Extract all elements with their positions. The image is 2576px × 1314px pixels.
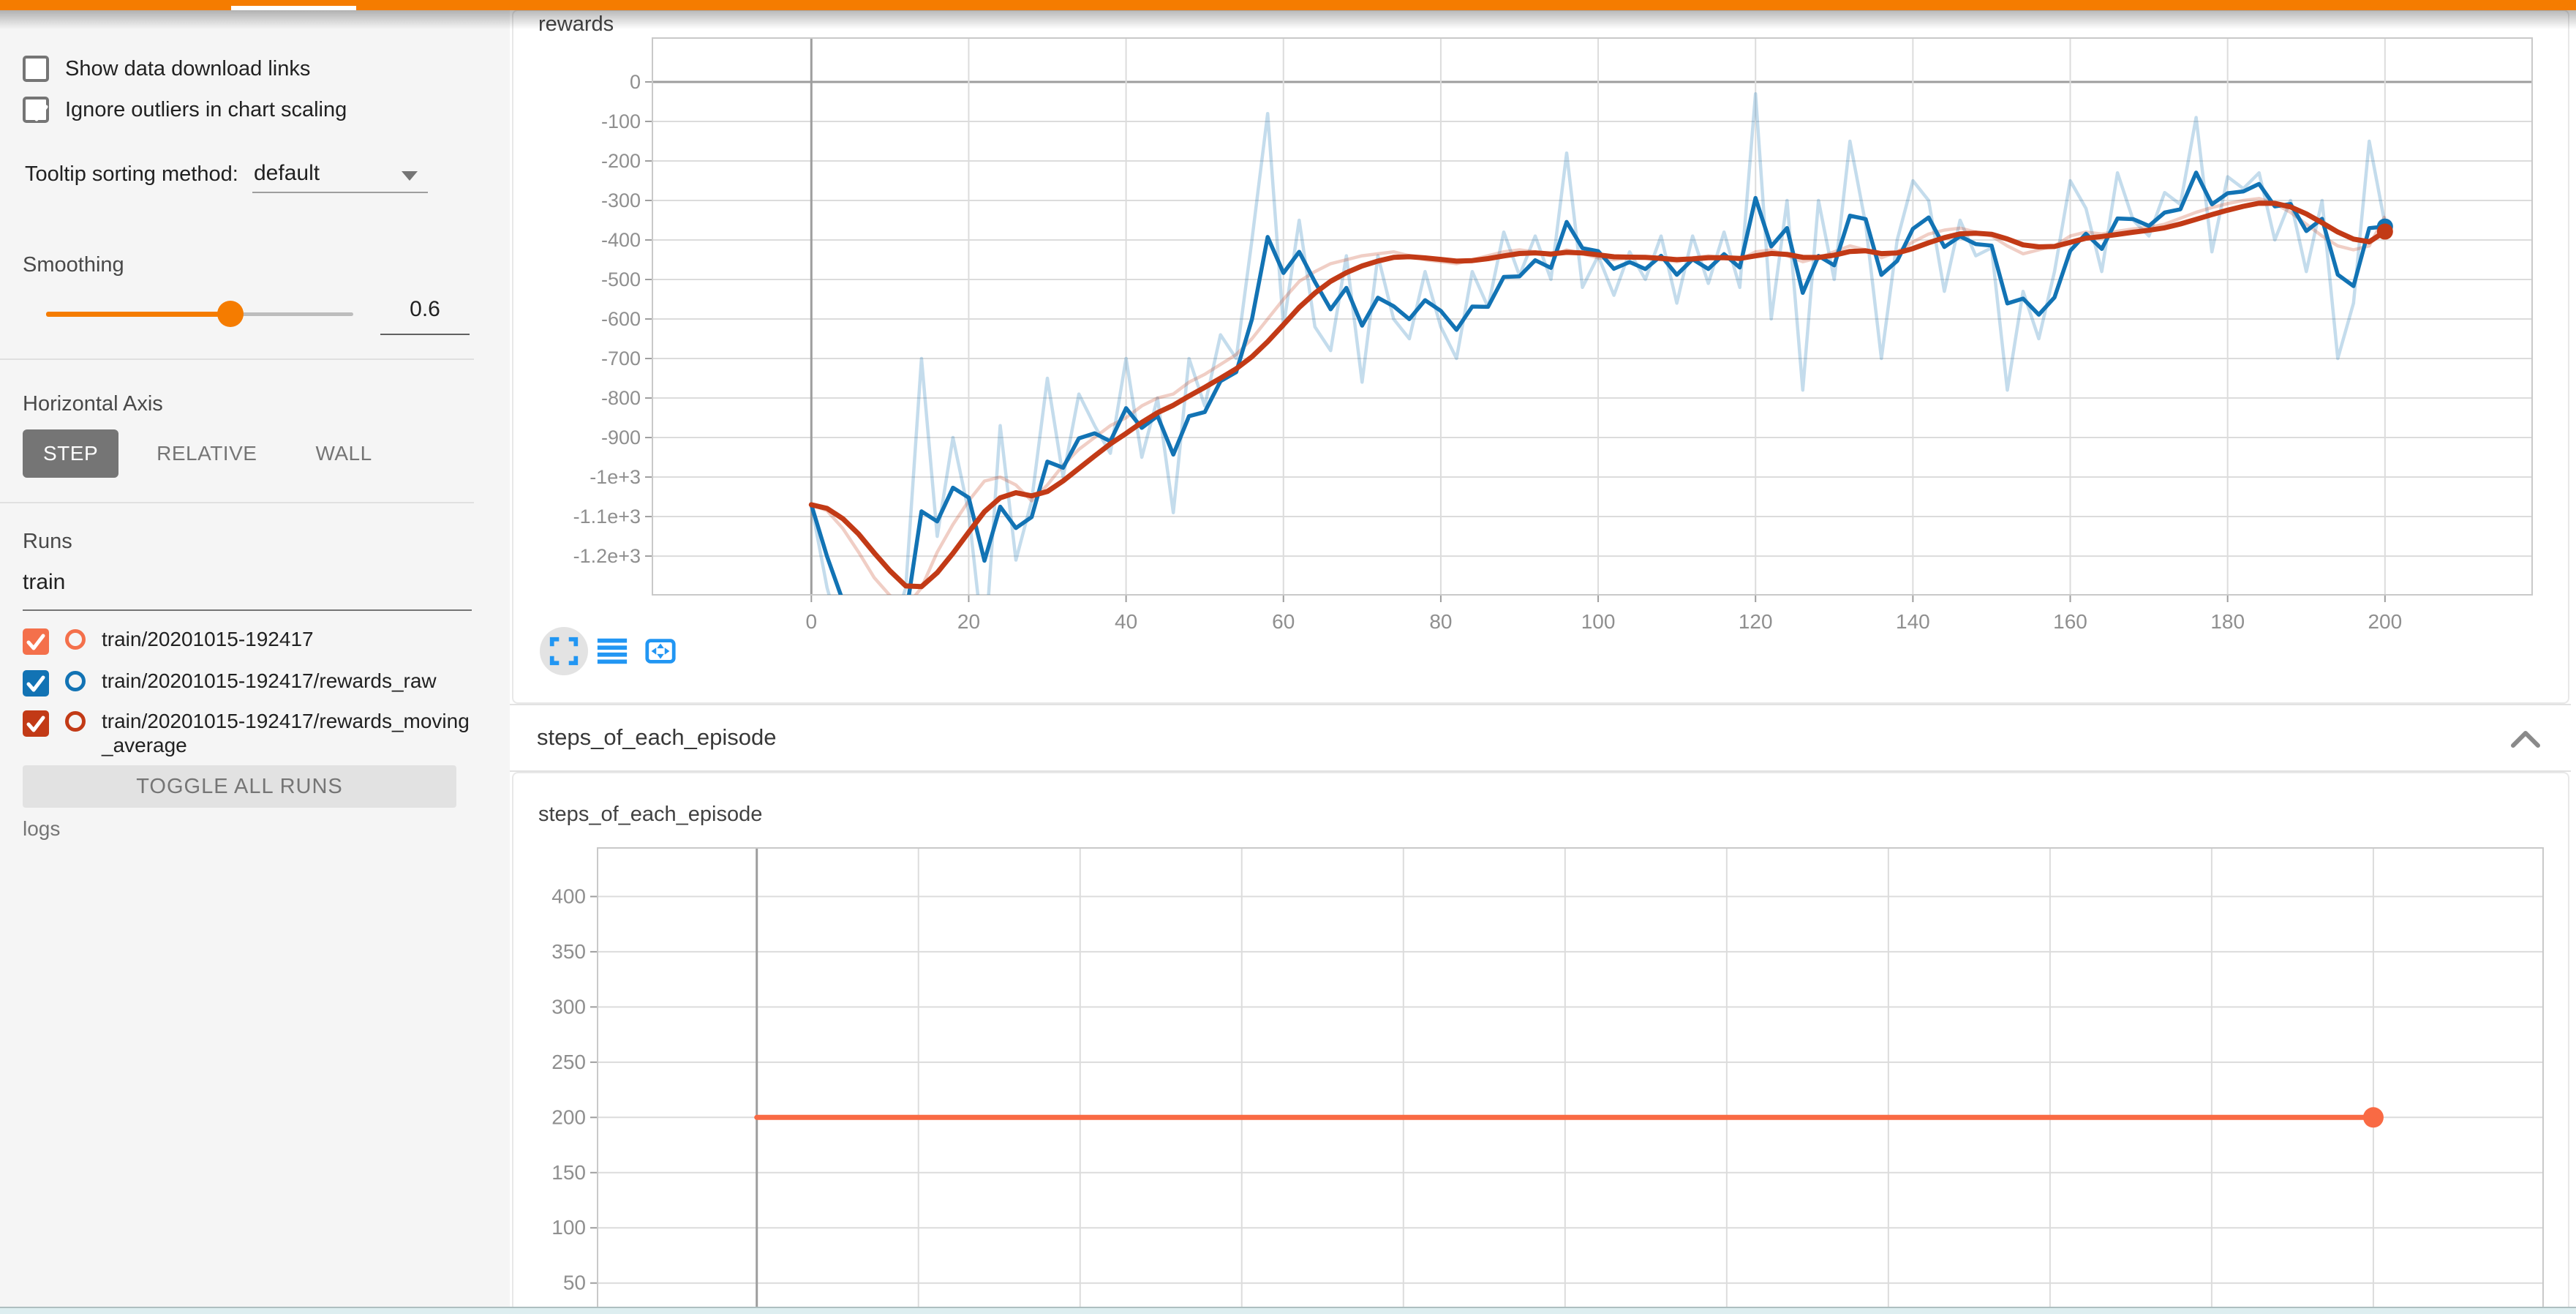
run-name: train/20201015-192417 [102,627,479,651]
settings-sidebar: Show data download links Ignore outliers… [0,10,510,1314]
tooltip-sorting-select[interactable]: default [252,157,428,193]
divider [0,358,474,360]
svg-text:150: 150 [551,1161,586,1184]
svg-text:0: 0 [630,71,641,93]
check-icon [23,670,49,697]
svg-text:-600: -600 [601,308,641,330]
checkbox-label: Show data download links [65,57,310,81]
steps-line-chart[interactable]: 400 350 300 250 200 150 100 50 [513,773,2568,1314]
runs-filter-input[interactable]: train [23,570,472,611]
steps-chart-card: steps_of_each_episode 400350300250200150… [512,772,2569,1314]
svg-text:140: 140 [1896,610,1930,633]
axis-option-wall[interactable]: WALL [295,429,392,478]
svg-text:-1.2e+3: -1.2e+3 [573,545,641,567]
svg-text:0: 0 [806,610,818,633]
logdir-label: logs [23,817,60,841]
svg-text:-500: -500 [601,269,641,290]
check-icon [26,100,52,126]
app-header-bar [0,0,2576,10]
svg-text:80: 80 [1429,610,1452,633]
smoothing-label: Smoothing [23,253,124,277]
run-name: train/20201015-192417/rewards_raw [102,669,479,693]
svg-text:-900: -900 [601,427,641,448]
tooltip-sorting-value: default [254,161,320,186]
svg-text:-700: -700 [601,348,641,369]
run-radio[interactable] [65,711,86,732]
chevron-down-icon [402,171,418,181]
tooltip-sorting-row: Tooltip sorting method: default [25,157,478,193]
svg-text:250: 250 [551,1051,586,1073]
chevron-up-icon [2509,728,2542,750]
svg-text:-1.1e+3: -1.1e+3 [573,506,641,528]
slider-handle[interactable] [217,301,244,327]
bottom-edge-strip [0,1307,2576,1314]
svg-text:400: 400 [551,885,586,907]
divider [0,502,474,503]
slider-fill [46,312,230,317]
ignore-outliers-row[interactable]: Ignore outliers in chart scaling [23,97,347,123]
section-header-steps-of-each-episode[interactable]: steps_of_each_episode [510,704,2571,772]
smoothing-value-input[interactable]: 0.6 [380,297,470,335]
svg-text:100: 100 [551,1216,586,1239]
show-data-download-links-checkbox[interactable] [23,56,49,82]
charts-panel: rewards 0-100-200-300-400-500-600-700-80… [510,10,2576,1314]
svg-text:-200: -200 [601,150,641,172]
tensorboard-scalars-page: Show data download links Ignore outliers… [0,0,2576,1314]
svg-text:120: 120 [1739,610,1773,633]
chart-toolbar [540,627,685,675]
axis-option-relative[interactable]: RELATIVE [136,429,277,478]
run-name: train/20201015-192417/rewards_moving_ave… [102,709,479,757]
toggle-all-runs-button[interactable]: TOGGLE ALL RUNS [23,765,456,808]
svg-text:160: 160 [2053,610,2087,633]
svg-text:-100: -100 [601,110,641,132]
svg-text:20: 20 [957,610,980,633]
runs-list-icon[interactable] [588,627,636,675]
rewards-line-chart[interactable]: 0 -100 -200 -300 -400 -500 -600 -700 -800 -900 -1e… [513,11,2568,702]
svg-text:-800: -800 [601,387,641,409]
svg-text:300: 300 [551,995,586,1018]
show-data-download-links-row[interactable]: Show data download links [23,56,310,82]
run-row[interactable]: train/20201015-192417 [23,627,479,655]
checkbox-label: Ignore outliers in chart scaling [65,98,347,122]
svg-text:-300: -300 [601,189,641,211]
check-icon [23,628,49,655]
ignore-outliers-checkbox[interactable] [23,97,49,123]
run-checkbox[interactable] [23,670,49,697]
rewards-chart-card: rewards 0-100-200-300-400-500-600-700-80… [512,10,2569,704]
svg-text:-1e+3: -1e+3 [590,466,641,488]
svg-text:40: 40 [1115,610,1137,633]
active-tab-indicator [231,6,356,10]
svg-text:100: 100 [1581,610,1616,633]
svg-text:-400: -400 [601,229,641,251]
run-radio[interactable] [65,671,86,691]
svg-text:350: 350 [551,940,586,963]
svg-text:200: 200 [551,1105,586,1128]
run-row[interactable]: train/20201015-192417/rewards_moving_ave… [23,709,479,757]
run-radio[interactable] [65,629,86,650]
section-title: steps_of_each_episode [537,724,776,751]
runs-label: Runs [23,530,72,554]
expand-icon[interactable] [540,627,588,675]
run-checkbox[interactable] [23,628,49,655]
run-row[interactable]: train/20201015-192417/rewards_raw [23,669,479,697]
tooltip-sorting-label: Tooltip sorting method: [25,162,238,187]
horizontal-axis-label: Horizontal Axis [23,392,163,416]
axis-option-step[interactable]: STEP [23,429,118,478]
svg-text:180: 180 [2210,610,2245,633]
svg-text:200: 200 [2368,610,2402,633]
smoothing-slider[interactable] [46,309,353,319]
svg-text:50: 50 [563,1272,586,1294]
fit-data-icon[interactable] [636,627,685,675]
svg-text:60: 60 [1272,610,1295,633]
collapse-section-button[interactable] [2505,721,2546,757]
run-checkbox[interactable] [23,710,49,737]
check-icon [23,710,49,737]
horizontal-axis-toggle: STEP RELATIVE WALL [23,429,393,478]
